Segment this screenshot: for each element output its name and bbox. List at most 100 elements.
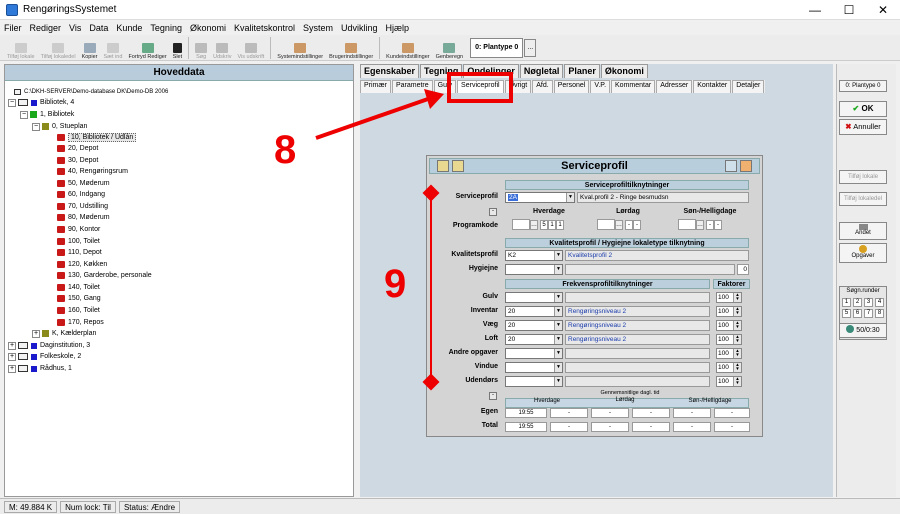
rounds-counter-button[interactable]: 50/0:30: [839, 323, 887, 338]
round-1[interactable]: 1: [842, 298, 851, 307]
cancel-button[interactable]: ✖ Annuller: [839, 119, 887, 135]
hygiejne-select[interactable]: ▼: [505, 264, 563, 275]
pk-sondag-2[interactable]: -: [714, 220, 722, 230]
loft-factor[interactable]: 100 ▲ ▼: [716, 334, 742, 345]
tree-item-room[interactable]: 50, Møderum: [57, 178, 110, 189]
andre-opgaver-factor[interactable]: 100 ▲ ▼: [716, 348, 742, 359]
user-settings-button[interactable]: Brugerindstillinger: [326, 36, 376, 60]
round-4[interactable]: 4: [875, 298, 884, 307]
tree-item-1-bibliotek[interactable]: −1, Bibliotek: [20, 109, 74, 120]
gulv-factor[interactable]: 100 ▲ ▼: [716, 292, 742, 303]
menu-udvikling[interactable]: Udvikling: [341, 23, 378, 33]
round-3[interactable]: 3: [864, 298, 873, 307]
undo-button[interactable]: Fortryd Rediger: [125, 36, 169, 60]
vindue-factor[interactable]: 100 ▲ ▼: [716, 362, 742, 373]
tab-vp[interactable]: V.P.: [590, 80, 611, 93]
collapse-icon[interactable]: −: [32, 122, 40, 131]
tree-item-room[interactable]: 110, Depot: [57, 247, 102, 258]
inventar-select[interactable]: 20 ▼: [505, 306, 563, 317]
tab-kommentar[interactable]: Kommentar: [611, 80, 656, 93]
serviceprofil-select[interactable]: 2A ▼: [505, 192, 575, 203]
opgaver-button[interactable]: Opgaver: [839, 243, 887, 263]
pk-sondag-1[interactable]: -: [706, 220, 714, 230]
tree-item-room[interactable]: 170, Repos: [57, 317, 104, 328]
menu-hjaelp[interactable]: Hjælp: [386, 23, 410, 33]
customer-settings-button[interactable]: Kundeindstillinger: [383, 36, 432, 60]
menu-kunde[interactable]: Kunde: [116, 23, 142, 33]
tab-primaer[interactable]: Primær: [360, 80, 391, 93]
plantype-browse-button[interactable]: ...: [524, 38, 537, 57]
copy-button[interactable]: Kopier: [79, 36, 101, 60]
gulv-select[interactable]: ▼: [505, 292, 563, 303]
delete-button[interactable]: Slet: [170, 36, 185, 60]
expand-icon[interactable]: +: [8, 364, 16, 373]
round-2[interactable]: 2: [853, 298, 862, 307]
tree-item-bibliotek[interactable]: − Bibliotek, 4: [8, 97, 74, 108]
spinner-icon[interactable]: ▲ ▼: [733, 348, 741, 358]
tree-item-room[interactable]: 10, Bibliotek / Udlån: [57, 132, 137, 143]
tree-item-room[interactable]: 60, Indgang: [57, 189, 105, 200]
browse-button[interactable]: …: [696, 220, 704, 230]
print-button[interactable]: Udskriv: [210, 36, 234, 60]
menu-rediger[interactable]: Rediger: [30, 23, 62, 33]
expand-icon[interactable]: +: [8, 341, 16, 350]
programkode-sondag-input[interactable]: [678, 219, 696, 230]
kvalitetsprofil-select[interactable]: K2 ▼: [505, 250, 563, 261]
tree-item-room[interactable]: 160, Toilet: [57, 305, 100, 316]
maximize-button[interactable]: ☐: [832, 0, 866, 20]
spinner-icon[interactable]: ▲ ▼: [733, 334, 741, 344]
edit-pencil-icon[interactable]: [740, 160, 752, 172]
tree-item-room[interactable]: 140, Toilet: [57, 282, 100, 293]
close-button[interactable]: ✕: [866, 0, 900, 20]
expand-icon[interactable]: +: [32, 329, 40, 338]
minimize-button[interactable]: —: [798, 0, 832, 20]
tab-kontakter[interactable]: Kontakter: [693, 80, 732, 93]
programkode-lordag-input[interactable]: [597, 219, 615, 230]
tree-item-stueplan[interactable]: −0, Stueplan: [32, 121, 87, 132]
inventar-factor[interactable]: 100 ▲ ▼: [716, 306, 742, 317]
add-room-side-button[interactable]: Tilføj lokale: [839, 170, 887, 184]
vaeg-factor[interactable]: 100 ▲ ▼: [716, 320, 742, 331]
tree-item-radhus[interactable]: + Rådhus, 1: [8, 363, 72, 374]
tree-item-room[interactable]: 100, Toilet: [57, 236, 100, 247]
pk-lordag-1[interactable]: -: [625, 220, 633, 230]
collapse-gennemsnit-button[interactable]: -: [489, 392, 497, 400]
menu-system[interactable]: System: [303, 23, 333, 33]
round-8[interactable]: 8: [875, 309, 884, 318]
tree-item-folkeskole[interactable]: + Folkeskole, 2: [8, 351, 81, 362]
tree-item-kaelderplan[interactable]: + K, Kælderplan: [32, 328, 96, 339]
tree-item-room[interactable]: 70, Udstilling: [57, 201, 108, 212]
tab-egenskaber[interactable]: Egenskaber: [360, 64, 420, 78]
menu-okonomi[interactable]: Økonomi: [190, 23, 226, 33]
spinner-icon[interactable]: ▲ ▼: [733, 376, 741, 386]
spinner-icon[interactable]: ▲ ▼: [733, 320, 741, 330]
menu-vis[interactable]: Vis: [69, 23, 81, 33]
spinner-icon[interactable]: ▲ ▼: [733, 292, 741, 302]
tab-adresser[interactable]: Adresser: [656, 80, 693, 93]
spinner-icon[interactable]: ▲ ▼: [733, 362, 741, 372]
recalculate-button[interactable]: Genberegn: [433, 36, 467, 60]
round-7[interactable]: 7: [864, 309, 873, 318]
hygiejne-number[interactable]: 0: [737, 264, 749, 275]
add-room-part-side-button[interactable]: Tilføj lokaledel: [839, 192, 887, 206]
tab-detaljer[interactable]: Detaljer: [732, 80, 765, 93]
menu-kvalitetskontrol[interactable]: Kvalitetskontrol: [234, 23, 295, 33]
pk-lordag-2[interactable]: -: [633, 220, 641, 230]
round-5[interactable]: 5: [842, 309, 851, 318]
tree-item-room[interactable]: 90, Kontor: [57, 224, 100, 235]
tab-parametre[interactable]: Parametre: [391, 80, 433, 93]
tree-item-room[interactable]: 80, Møderum: [57, 212, 110, 223]
tree-item-room[interactable]: 30, Depot: [57, 155, 98, 166]
udendors-select[interactable]: ▼: [505, 376, 563, 387]
expand-icon[interactable]: +: [8, 352, 16, 361]
collapse-icon[interactable]: −: [8, 98, 16, 107]
search-button[interactable]: Søg: [192, 36, 210, 60]
calculator-icon[interactable]: [725, 160, 737, 172]
tree-item-room[interactable]: 130, Garderobe, personale: [57, 270, 152, 281]
pk-hverdage-2[interactable]: 1: [548, 220, 556, 230]
tab-personel[interactable]: Personel: [553, 80, 590, 93]
tab-afd[interactable]: Afd.: [532, 80, 553, 93]
paste-button[interactable]: Sæt ind: [100, 36, 125, 60]
add-room-part-button[interactable]: Tilføj lokaledel: [38, 36, 79, 60]
spinner-icon[interactable]: ▲ ▼: [733, 306, 741, 316]
